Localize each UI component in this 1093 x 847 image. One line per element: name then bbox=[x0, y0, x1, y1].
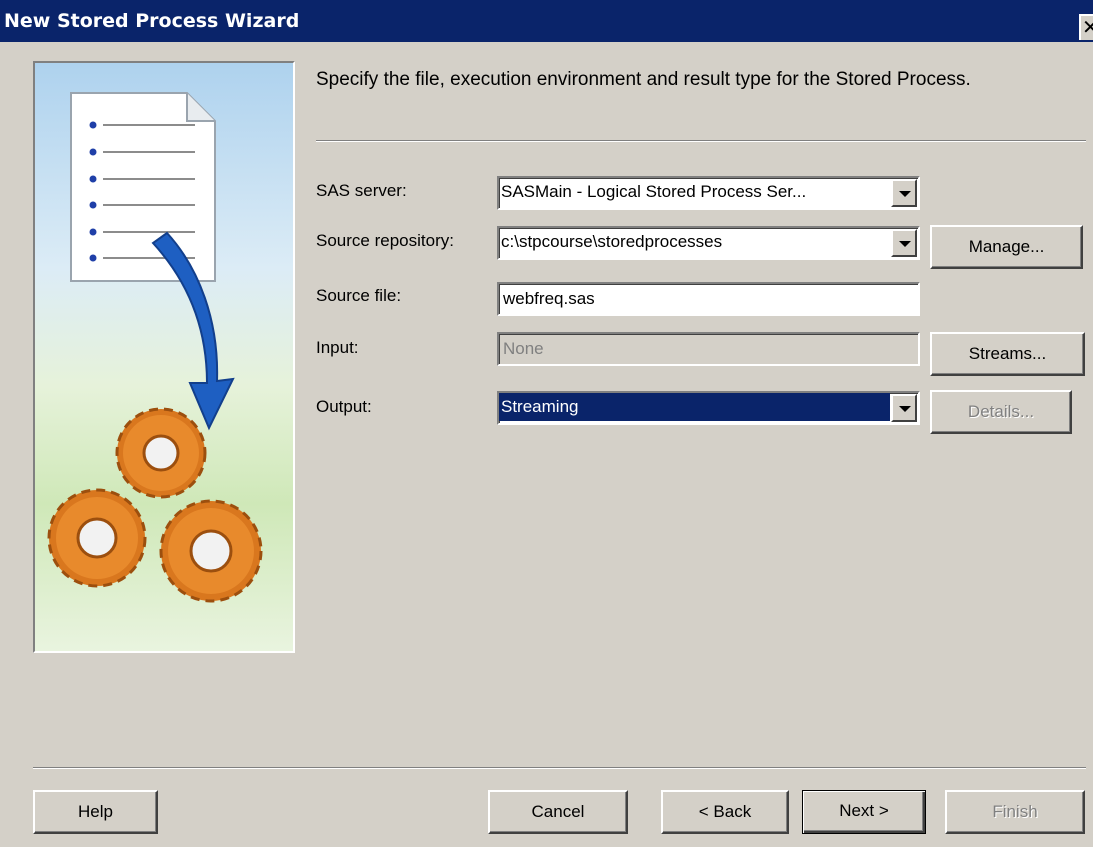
output-select[interactable]: Streaming bbox=[497, 391, 920, 425]
cancel-button[interactable]: Cancel bbox=[488, 790, 628, 834]
header-divider bbox=[316, 140, 1086, 142]
source-repository-select[interactable]: c:\stpcourse\storedprocesses bbox=[497, 226, 920, 260]
next-button[interactable]: Next > bbox=[802, 790, 926, 834]
source-repository-label: Source repository: bbox=[316, 231, 454, 250]
back-button[interactable]: < Back bbox=[661, 790, 789, 834]
input-field: None bbox=[497, 332, 920, 366]
help-button[interactable]: Help bbox=[33, 790, 158, 834]
gears-icon bbox=[47, 407, 263, 603]
document-icon bbox=[70, 92, 216, 282]
wizard-graphic bbox=[47, 92, 263, 603]
source-file-input[interactable]: webfreq.sas bbox=[497, 282, 920, 316]
source-file-label: Source file: bbox=[316, 286, 402, 305]
dropdown-arrow-icon[interactable] bbox=[891, 394, 917, 422]
close-icon[interactable]: ✕ bbox=[1079, 14, 1093, 40]
input-label: Input: bbox=[316, 338, 359, 357]
title-bar: New Stored Process Wizard ✕ bbox=[0, 0, 1093, 42]
wizard-illustration bbox=[33, 61, 295, 653]
manage-button[interactable]: Manage... bbox=[930, 225, 1083, 269]
sas-server-label: SAS server: bbox=[316, 181, 407, 200]
window-title: New Stored Process Wizard bbox=[4, 10, 300, 32]
details-button: Details... bbox=[930, 390, 1072, 434]
finish-button: Finish bbox=[945, 790, 1085, 834]
dropdown-arrow-icon[interactable] bbox=[891, 179, 917, 207]
footer-divider bbox=[33, 767, 1086, 769]
dropdown-arrow-icon[interactable] bbox=[891, 229, 917, 257]
sas-server-select[interactable]: SASMain - Logical Stored Process Ser... bbox=[497, 176, 920, 210]
output-label: Output: bbox=[316, 397, 372, 416]
instruction-text: Specify the file, execution environment … bbox=[316, 69, 971, 90]
streams-button[interactable]: Streams... bbox=[930, 332, 1085, 376]
